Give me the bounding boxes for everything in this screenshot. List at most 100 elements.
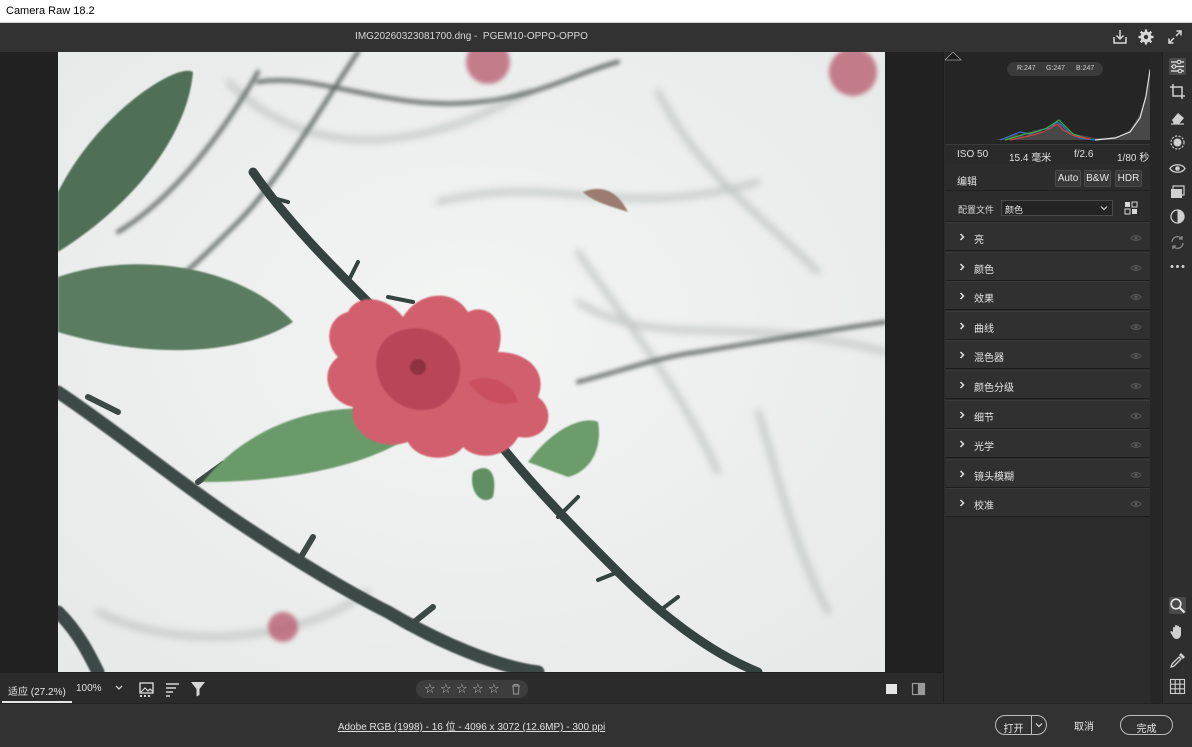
section-label: 混色器	[974, 353, 1004, 365]
tool-strip	[1162, 52, 1192, 703]
edit-title: 编辑	[957, 177, 977, 188]
section-label: 细节	[974, 412, 994, 424]
profile-row: 配置文件 颜色	[945, 194, 1151, 222]
sync-icon[interactable]	[1169, 234, 1186, 251]
profile-select[interactable]: 颜色	[1001, 200, 1113, 216]
file-name: IMG20260323081700.dng - PGEM10-OPPO-OPPO	[355, 31, 588, 42]
section-header[interactable]: 细节	[945, 399, 1151, 429]
zoom-level-button[interactable]: 100%	[76, 683, 102, 694]
crop-icon[interactable]	[1169, 83, 1186, 100]
green-value: G:247	[1046, 65, 1066, 72]
star-icon[interactable]: ☆	[472, 681, 484, 697]
chevron-right-icon	[959, 499, 965, 507]
red-value: R:247	[1017, 65, 1036, 72]
star-icon[interactable]: ☆	[440, 681, 452, 697]
masking-icon[interactable]	[1169, 134, 1186, 151]
eye-icon[interactable]	[1130, 350, 1142, 362]
eye-icon[interactable]	[1130, 439, 1142, 451]
section-header[interactable]: 亮	[945, 222, 1151, 251]
eye-icon[interactable]	[1130, 232, 1142, 244]
section-header[interactable]: 光学	[945, 429, 1151, 459]
chevron-right-icon	[959, 381, 965, 389]
star-icon[interactable]: ☆	[456, 681, 468, 697]
eyedropper-icon[interactable]	[1169, 652, 1186, 669]
iso-value: ISO 50	[957, 149, 989, 160]
section-header[interactable]: 混色器	[945, 340, 1151, 370]
exif-info: ISO 50 15.4 毫米 f/2.6 1/80 秒	[945, 144, 1161, 164]
view-toolbar: 适应 (27.2%) 100% ☆ ☆ ☆ ☆ ☆	[0, 672, 943, 703]
blue-value: B:247	[1076, 65, 1095, 72]
eye-icon[interactable]	[1130, 410, 1142, 422]
aperture-value: f/2.6	[1074, 149, 1094, 160]
photo-preview[interactable]	[58, 52, 885, 672]
eraser-icon[interactable]	[1169, 109, 1186, 126]
section-header[interactable]: 颜色	[945, 251, 1151, 281]
zoom-tool-icon[interactable]	[1169, 597, 1186, 614]
before-after-icon[interactable]	[911, 681, 927, 697]
done-button[interactable]: 完成	[1120, 715, 1173, 735]
workflow-options-link[interactable]: Adobe RGB (1998) - 16 位 - 4096 x 3072 (1…	[0, 718, 943, 733]
more-icon[interactable]	[1169, 258, 1186, 275]
zoom-fit-button[interactable]: 适应 (27.2%)	[2, 677, 72, 703]
section-label: 曲线	[974, 323, 994, 335]
red-eye-icon[interactable]	[1169, 160, 1186, 177]
chevron-right-icon	[959, 263, 965, 271]
star-icon[interactable]: ☆	[488, 681, 500, 697]
rgb-readout: R:247 G:247 B:247	[1007, 62, 1103, 76]
focal-length: 15.4 毫米	[1009, 153, 1052, 164]
image-canvas[interactable]	[0, 52, 943, 672]
trash-icon[interactable]	[510, 683, 522, 695]
filmstrip-icon[interactable]	[139, 681, 155, 697]
eye-icon[interactable]	[1130, 262, 1142, 274]
shutter-speed: 1/80 秒	[1117, 153, 1150, 164]
presets-icon[interactable]	[1169, 208, 1186, 225]
status-bar: Adobe RGB (1998) - 16 位 - 4096 x 3072 (1…	[0, 703, 1192, 747]
filter-icon[interactable]	[190, 681, 206, 697]
download-icon[interactable]	[1111, 28, 1129, 46]
eye-icon[interactable]	[1130, 321, 1142, 333]
hdr-button[interactable]: HDR	[1115, 170, 1142, 187]
window-title: Camera Raw 18.2	[6, 5, 95, 17]
section-header[interactable]: 校准	[945, 488, 1151, 518]
section-label: 光学	[974, 442, 994, 454]
sort-icon[interactable]	[165, 681, 181, 697]
section-header[interactable]: 效果	[945, 281, 1151, 311]
edit-panel: R:247 G:247 B:247 ISO 50 15.4 毫米 f/2.6 1…	[943, 52, 1162, 703]
chevron-down-icon	[1100, 206, 1108, 211]
rating-stars[interactable]: ☆ ☆ ☆ ☆ ☆	[416, 680, 528, 698]
bw-button[interactable]: B&W	[1084, 170, 1111, 187]
gear-icon[interactable]	[1137, 28, 1155, 46]
chevron-down-icon[interactable]	[1034, 720, 1044, 730]
section-label: 校准	[974, 501, 994, 513]
hand-tool-icon[interactable]	[1169, 623, 1186, 640]
header-bar: IMG20260323081700.dng - PGEM10-OPPO-OPPO	[0, 23, 1192, 52]
section-header[interactable]: 镜头模糊	[945, 458, 1151, 488]
single-view-icon[interactable]	[884, 681, 900, 697]
edit-sliders-icon[interactable]	[1169, 58, 1186, 75]
profile-label: 配置文件	[958, 205, 995, 215]
chevron-down-icon[interactable]	[114, 683, 124, 693]
section-header[interactable]: 颜色分级	[945, 370, 1151, 399]
snapshots-icon[interactable]	[1169, 184, 1186, 201]
chevron-right-icon	[959, 233, 965, 241]
panel-scrollbar[interactable]	[1150, 52, 1162, 703]
chevron-right-icon	[959, 351, 965, 359]
star-icon[interactable]: ☆	[424, 681, 436, 697]
eye-icon[interactable]	[1130, 469, 1142, 481]
grid-overlay-icon[interactable]	[1169, 678, 1186, 695]
expand-icon[interactable]	[1166, 28, 1184, 46]
open-button[interactable]: 打开	[995, 715, 1047, 735]
section-header[interactable]: 曲线	[945, 310, 1151, 340]
section-label: 颜色分级	[974, 383, 1014, 394]
eye-icon[interactable]	[1130, 380, 1142, 392]
auto-button[interactable]: Auto	[1055, 170, 1081, 187]
eye-icon[interactable]	[1130, 291, 1142, 303]
grid-icon[interactable]	[1124, 201, 1138, 215]
profile-value: 颜色	[1005, 205, 1024, 215]
eye-icon[interactable]	[1130, 498, 1142, 510]
divider	[1031, 716, 1032, 734]
edit-header: 编辑 Auto B&W HDR	[945, 165, 1151, 191]
cancel-button[interactable]: 取消	[1064, 718, 1104, 733]
photo-image	[58, 52, 885, 672]
chevron-right-icon	[959, 322, 965, 330]
